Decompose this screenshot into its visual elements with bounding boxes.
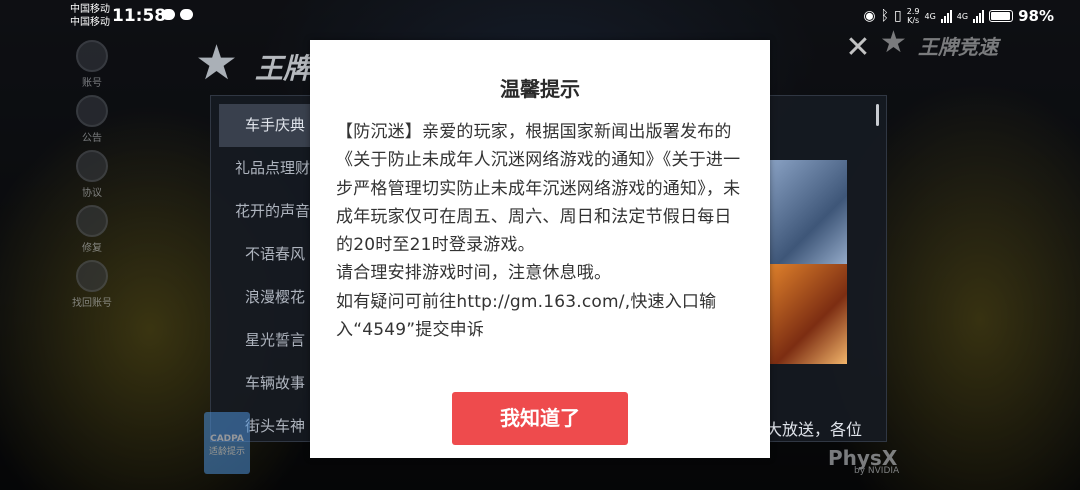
account-icon xyxy=(76,40,108,72)
message-icon xyxy=(180,9,193,20)
menu-item[interactable]: 车手庆典 xyxy=(219,104,316,147)
net-type-2: 4G xyxy=(956,11,969,21)
carrier-2: 中国移动 xyxy=(70,17,110,28)
repair-button[interactable]: 修复 xyxy=(62,205,122,260)
side-icon-column: 账号 公告 协议 修复 找回账号 xyxy=(62,40,122,315)
net-type-1: 4G xyxy=(924,11,936,21)
dialog-paragraph: 请合理安排游戏时间，注意休息哦。 xyxy=(336,263,612,284)
notification-icons xyxy=(162,9,193,20)
cadpa-badge: CADPA 适龄提示 xyxy=(204,412,250,474)
net-speed-value: 2.9 xyxy=(906,7,920,16)
game-logo: ★ 王牌 xyxy=(195,35,315,95)
announcement-button[interactable]: 公告 xyxy=(62,95,122,150)
agreement-button[interactable]: 协议 xyxy=(62,150,122,205)
car-image xyxy=(769,264,847,364)
dialog-title: 温馨提示 xyxy=(500,77,580,101)
recover-account-label: 找回账号 xyxy=(72,298,112,309)
menu-item[interactable]: 车辆故事 xyxy=(211,362,316,405)
eye-icon: ◉ xyxy=(863,8,876,24)
wechat-icon xyxy=(162,9,175,20)
anti-addiction-dialog: 温馨提示 【防沉迷】亲爱的玩家，根据国家新闻出版署发布的《关于防止未成年人沉迷网… xyxy=(310,40,770,458)
vibrate-icon: ▯ xyxy=(894,8,902,24)
announcement-menu: 车手庆典 礼品点理财 花开的声音 不语春风 浪漫樱花 星光誓言 车辆故事 街头车… xyxy=(211,104,316,448)
dialog-body: 【防沉迷】亲爱的玩家，根据国家新闻出版署发布的《关于防止未成年人沉迷网络游戏的通… xyxy=(336,118,748,344)
document-icon xyxy=(76,150,108,182)
dialog-paragraph: 【防沉迷】亲爱的玩家，根据国家新闻出版署发布的《关于防止未成年人沉迷网络游戏的通… xyxy=(336,122,741,256)
dialog-paragraph: 如有疑问可前往http://gm.163.com/,快速入口输入“4549”提交… xyxy=(336,291,717,341)
status-bar: 中国移动 中国移动 11:58 ◉ ᛒ ▯ 2.9 K/s 4G 4G 98% xyxy=(0,0,1080,34)
repair-label: 修复 xyxy=(82,243,102,254)
logo-text: 王牌 xyxy=(255,52,312,85)
clock: 11:58 xyxy=(112,6,167,26)
account-label: 账号 xyxy=(82,78,102,89)
menu-item[interactable]: 星光誓言 xyxy=(211,319,316,362)
recover-account-button[interactable]: 找回账号 xyxy=(62,260,122,315)
menu-item[interactable]: 浪漫樱花 xyxy=(211,276,316,319)
account-button[interactable]: 账号 xyxy=(62,40,122,95)
close-icon[interactable]: ✕ xyxy=(842,33,874,65)
cadpa-label: CADPA xyxy=(210,434,244,444)
acknowledge-button[interactable]: 我知道了 xyxy=(452,392,628,445)
wrench-icon xyxy=(76,205,108,237)
agreement-label: 协议 xyxy=(82,188,102,199)
battery-percent: 98% xyxy=(1018,7,1054,25)
net-speed: 2.9 K/s xyxy=(907,7,920,25)
announcement-label: 公告 xyxy=(82,133,102,144)
menu-item[interactable]: 不语春风 xyxy=(211,233,316,276)
signal-icon-2 xyxy=(973,9,985,23)
carrier-1: 中国移动 xyxy=(70,4,110,15)
status-icons: ◉ ᛒ ▯ 2.9 K/s 4G 4G 98% xyxy=(863,7,1054,25)
search-account-icon xyxy=(76,260,108,292)
menu-item[interactable]: 花开的声音 xyxy=(211,190,316,233)
banner-image xyxy=(769,160,847,270)
physx-sub: by NVIDIA xyxy=(854,466,900,476)
battery-icon xyxy=(989,10,1014,22)
scrollbar[interactable] xyxy=(876,104,879,126)
logo-mark-icon: ★ xyxy=(195,35,239,91)
logo-right-text: 王牌竞速 xyxy=(918,35,998,59)
signal-icon xyxy=(940,9,952,23)
bluetooth-icon: ᛒ xyxy=(880,8,890,24)
megaphone-icon xyxy=(76,95,108,127)
menu-item[interactable]: 礼品点理财 xyxy=(211,147,316,190)
physx-logo: PhysX by NVIDIA xyxy=(828,446,899,476)
net-speed-unit: K/s xyxy=(907,16,920,25)
carrier-info: 中国移动 中国移动 xyxy=(70,3,110,29)
cadpa-sub: 适龄提示 xyxy=(208,447,245,457)
panel-partial-text: 大放送，各位 xyxy=(766,420,863,439)
